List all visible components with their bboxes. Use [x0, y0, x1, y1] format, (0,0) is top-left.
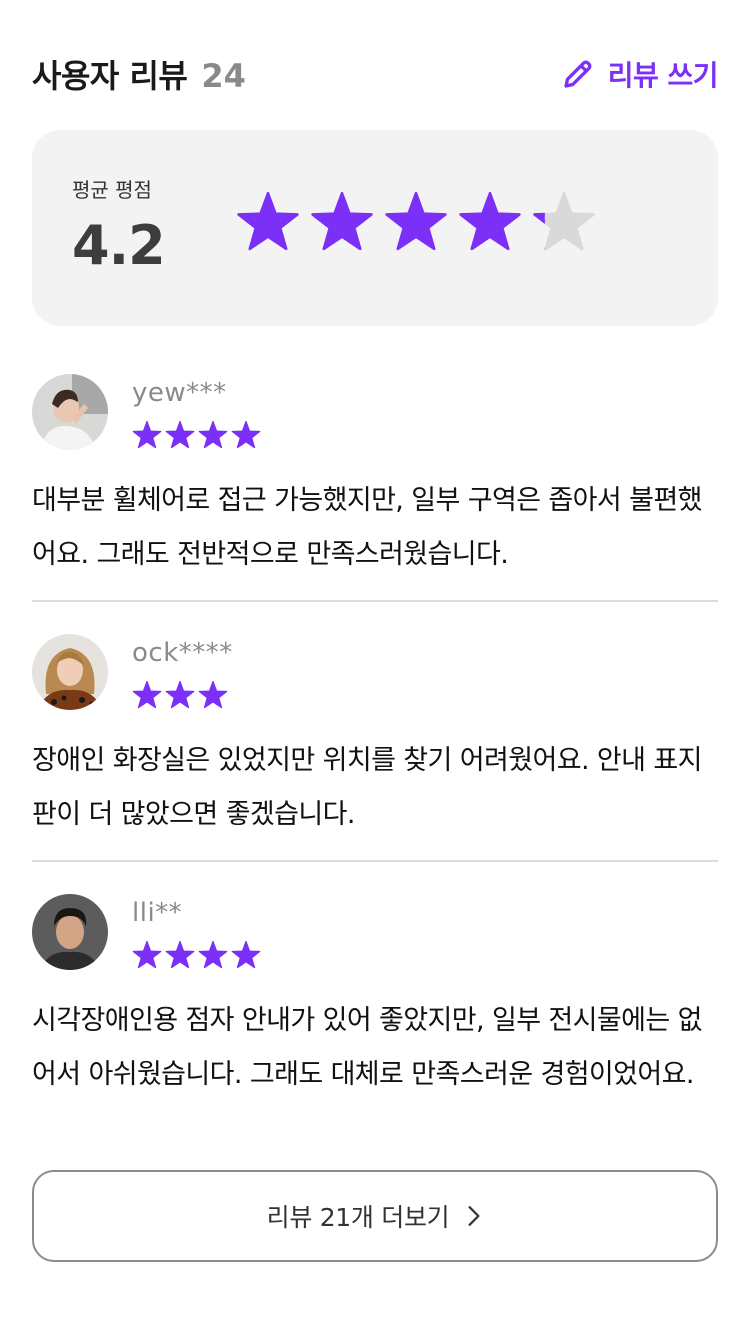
reviewer-name: yew*** — [132, 378, 227, 408]
reviewer-name: lli** — [132, 898, 183, 928]
review-star-rating — [132, 420, 261, 452]
divider — [32, 600, 718, 602]
chevron-right-icon — [468, 1206, 480, 1226]
write-review-button[interactable]: 리뷰 쓰기 — [560, 54, 719, 94]
section-title: 사용자 리뷰 — [32, 57, 188, 95]
average-star-rating — [236, 190, 596, 262]
star-icon — [459, 191, 521, 251]
reviews-page: 사용자 리뷰 24 리뷰 쓰기 평균 평점 4.2 yew*** 대부분 휠체어… — [0, 0, 750, 1334]
review-star-rating — [132, 940, 261, 972]
divider — [32, 860, 718, 862]
review-text: 시각장애인용 점자 안내가 있어 좋았지만, 일부 전시물에는 없어서 아쉬웠습… — [32, 1005, 702, 1090]
star-icon — [132, 420, 162, 449]
star-icon — [231, 940, 261, 969]
review-count: 24 — [201, 57, 246, 95]
avatar — [32, 634, 108, 710]
star-icon — [533, 191, 595, 251]
star-icon — [237, 191, 299, 251]
star-icon — [198, 680, 228, 709]
star-icon — [385, 191, 447, 251]
avatar — [32, 374, 108, 450]
pencil-icon — [564, 60, 592, 88]
star-icon — [165, 680, 195, 709]
avatar — [32, 894, 108, 970]
rating-summary-card: 평균 평점 4.2 — [32, 130, 718, 326]
star-icon — [231, 420, 261, 449]
reviewer-name: ock**** — [132, 638, 233, 668]
reviews-header: 사용자 리뷰 24 리뷰 쓰기 — [32, 48, 719, 100]
star-icon — [198, 420, 228, 449]
average-rating-value: 4.2 — [72, 214, 166, 277]
review-text: 장애인 화장실은 있었지만 위치를 찾기 어려웠어요. 안내 표지판이 더 많았… — [32, 745, 702, 830]
write-review-label: 리뷰 쓰기 — [607, 59, 719, 92]
star-icon — [132, 680, 162, 709]
title-group: 사용자 리뷰 24 — [32, 51, 246, 97]
star-icon — [311, 191, 373, 251]
average-rating-label: 평균 평점 — [72, 178, 152, 202]
more-reviews-label: 리뷰 21개 더보기 — [266, 1203, 450, 1232]
star-icon — [132, 940, 162, 969]
more-reviews-button[interactable]: 리뷰 21개 더보기 — [32, 1170, 718, 1262]
star-icon — [165, 420, 195, 449]
review-text: 대부분 휠체어로 접근 가능했지만, 일부 구역은 좁아서 불편했어요. 그래도… — [32, 485, 702, 570]
review-star-rating — [132, 680, 228, 712]
star-icon — [198, 940, 228, 969]
star-icon — [165, 940, 195, 969]
